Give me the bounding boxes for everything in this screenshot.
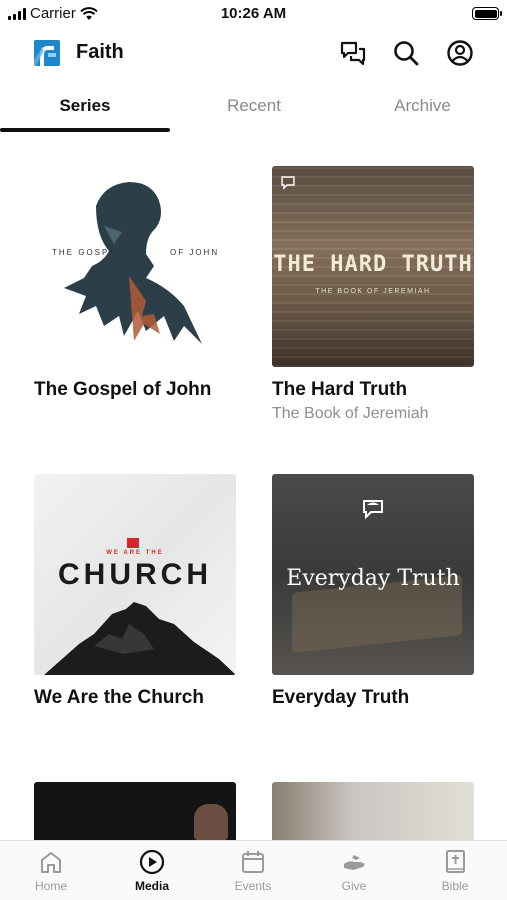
- artwork-title: THE HARD TRUTH: [273, 252, 473, 277]
- nav-events[interactable]: Events: [213, 849, 293, 893]
- active-tab-indicator: [0, 128, 170, 132]
- series-artwork: THE GOSPEL OF JOHN: [34, 166, 236, 367]
- search-icon[interactable]: [392, 39, 420, 67]
- give-icon: [344, 855, 365, 870]
- profile-icon[interactable]: [446, 39, 474, 67]
- nav-label: Bible: [441, 879, 469, 893]
- series-card-gospel-of-john[interactable]: THE GOSPEL OF JOHN The Gospel of John: [34, 166, 236, 401]
- series-title: The Hard Truth: [272, 379, 408, 400]
- status-time: 10:26 AM: [220, 5, 287, 22]
- messages-icon[interactable]: [339, 39, 367, 67]
- nav-label: Home: [34, 879, 67, 893]
- bottom-tab-bar: Home Media Events Give Bible: [0, 840, 507, 900]
- play-icon: [139, 849, 165, 875]
- nav-label: Media: [134, 879, 169, 893]
- artwork-subtitle: THE BOOK OF JEREMIAH: [315, 288, 431, 295]
- app-title: Faith: [76, 41, 124, 63]
- tab-recent[interactable]: Recent: [170, 96, 338, 116]
- media-tabs: Series Recent Archive: [0, 86, 507, 132]
- artwork-text-right: OF JOHN: [170, 248, 220, 257]
- series-artwork: THE HARD TRUTH THE BOOK OF JEREMIAH: [272, 166, 474, 367]
- series-card-partial-right[interactable]: [272, 782, 474, 840]
- home-icon: [41, 852, 61, 873]
- calendar-icon: [242, 851, 264, 873]
- nav-label: Events: [234, 879, 272, 893]
- series-title: The Gospel of John: [34, 379, 212, 400]
- nav-give[interactable]: Give: [314, 849, 394, 893]
- faith-logo: [34, 40, 60, 66]
- church-logo-icon: [363, 500, 383, 520]
- series-card-hard-truth[interactable]: THE HARD TRUTH THE BOOK OF JEREMIAH The …: [272, 166, 474, 423]
- series-title: We Are the Church: [34, 687, 204, 708]
- tab-series[interactable]: Series: [0, 96, 170, 116]
- nav-label: Give: [341, 879, 367, 893]
- status-bar: Carrier 10:26 AM: [0, 0, 507, 30]
- series-card-partial-left[interactable]: [34, 782, 236, 840]
- nav-bible[interactable]: Bible: [415, 849, 495, 893]
- tab-archive[interactable]: Archive: [338, 96, 507, 116]
- nav-media[interactable]: Media: [112, 849, 192, 893]
- series-card-everyday-truth[interactable]: Everyday Truth Everyday Truth: [272, 474, 474, 709]
- nav-home[interactable]: Home: [11, 849, 91, 893]
- battery-icon: [472, 7, 502, 20]
- app-header: Faith: [0, 30, 507, 74]
- series-title: Everyday Truth: [272, 687, 410, 708]
- artwork-text-left: THE GOSPEL: [52, 248, 124, 257]
- bible-icon: [446, 850, 465, 873]
- series-subtitle: The Book of Jeremiah: [272, 405, 429, 422]
- artwork-title: Everyday Truth: [286, 566, 460, 591]
- series-artwork: Everyday Truth: [272, 474, 474, 675]
- series-card-we-are-the-church[interactable]: WE ARE THE CHURCH We Are the Church: [34, 474, 236, 709]
- series-artwork: WE ARE THE CHURCH: [34, 474, 236, 675]
- church-logo-icon: [281, 176, 295, 190]
